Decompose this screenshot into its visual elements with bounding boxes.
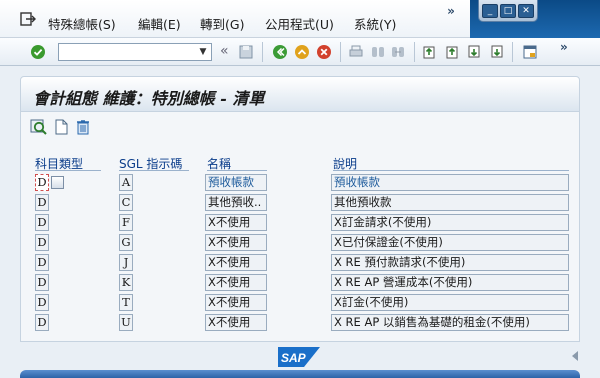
- value-help-icon[interactable]: [51, 176, 64, 189]
- header-underline: [333, 170, 569, 171]
- menu-bar: 特殊總帳(S) 編輯(E) 轉到(G) 公用程式(U) 系統(Y) » _ □ …: [0, 0, 600, 38]
- name-cell[interactable]: X不使用: [205, 214, 267, 231]
- new-entry-icon[interactable]: [52, 118, 70, 136]
- previous-page-icon[interactable]: [444, 44, 460, 60]
- exit-icon[interactable]: [294, 44, 310, 60]
- header-underline: [35, 170, 101, 171]
- command-field[interactable]: ▼: [58, 43, 212, 61]
- find-next-icon[interactable]: [390, 44, 406, 60]
- work-area: 科目類型 SGL 指示碼 名稱 說明 D A 預收帳款 預收帳款 D C 其他預收.. 其他預…: [20, 112, 580, 342]
- status-collapse-icon[interactable]: [570, 350, 580, 362]
- name-cell[interactable]: 其他預收..: [205, 194, 267, 211]
- name-cell[interactable]: X不使用: [205, 314, 267, 331]
- cancel-icon[interactable]: [316, 44, 332, 60]
- account-type-cell[interactable]: D: [35, 274, 49, 291]
- sgl-indicator-cell[interactable]: U: [119, 314, 133, 331]
- menu-goto[interactable]: 轉到(G): [200, 14, 244, 33]
- title-bar: 會計組態 維護：特別總帳 - 清單: [20, 76, 580, 112]
- sgl-indicator-cell[interactable]: T: [119, 294, 133, 311]
- account-type-cell[interactable]: D: [35, 234, 49, 251]
- find-icon[interactable]: [370, 44, 386, 60]
- description-cell[interactable]: X RE 預付款請求(不使用): [331, 254, 569, 271]
- description-cell[interactable]: X訂金(不使用): [331, 294, 569, 311]
- account-type-cell[interactable]: D: [35, 314, 49, 331]
- menu-system[interactable]: 系統(Y): [354, 14, 396, 33]
- first-page-icon[interactable]: [422, 44, 438, 60]
- account-type-cell[interactable]: D: [35, 174, 49, 191]
- name-cell[interactable]: X不使用: [205, 254, 267, 271]
- minimize-icon[interactable]: _: [482, 3, 498, 18]
- description-cell[interactable]: 其他預收款: [331, 194, 569, 211]
- account-type-cell[interactable]: D: [35, 294, 49, 311]
- name-cell[interactable]: X不使用: [205, 234, 267, 251]
- toolbar-more-button[interactable]: »: [560, 40, 568, 54]
- save-icon[interactable]: [238, 44, 254, 60]
- header-underline: [207, 170, 267, 171]
- close-icon[interactable]: ✕: [518, 3, 534, 18]
- sgl-indicator-cell[interactable]: G: [119, 234, 133, 251]
- account-type-cell[interactable]: D: [35, 254, 49, 271]
- account-type-cell[interactable]: D: [35, 214, 49, 231]
- standard-toolbar: ▼ « »: [0, 38, 600, 66]
- name-cell[interactable]: X不使用: [205, 294, 267, 311]
- window-controls: _ □ ✕: [478, 0, 538, 22]
- toolbar-separator: [512, 42, 513, 62]
- maximize-icon[interactable]: □: [500, 3, 516, 18]
- name-cell[interactable]: X不使用: [205, 274, 267, 291]
- enter-check-icon[interactable]: [30, 44, 46, 60]
- sgl-indicator-cell[interactable]: J: [119, 254, 133, 271]
- print-icon[interactable]: [348, 44, 364, 60]
- description-cell[interactable]: X RE AP 營運成本(不使用): [331, 274, 569, 291]
- header-underline: [119, 170, 189, 171]
- description-cell[interactable]: X已付保證金(不使用): [331, 234, 569, 251]
- sgl-indicator-cell[interactable]: K: [119, 274, 133, 291]
- sgl-indicator-cell[interactable]: F: [119, 214, 133, 231]
- toolbar-separator: [340, 42, 341, 62]
- account-type-cell[interactable]: D: [35, 194, 49, 211]
- last-page-icon[interactable]: [488, 44, 504, 60]
- menu-utilities[interactable]: 公用程式(U): [265, 14, 334, 33]
- toolbar-separator: [414, 42, 415, 62]
- name-cell[interactable]: 預收帳款: [205, 174, 267, 191]
- status-bar: [20, 370, 580, 378]
- description-cell[interactable]: X RE AP 以銷售為基礎的租金(不使用): [331, 314, 569, 331]
- chevron-down-icon[interactable]: ▼: [195, 44, 211, 60]
- menu-more-button[interactable]: »: [444, 4, 458, 20]
- back-chevron-icon[interactable]: «: [220, 43, 229, 59]
- next-page-icon[interactable]: [466, 44, 482, 60]
- menu-special-gl[interactable]: 特殊總帳(S): [48, 14, 116, 33]
- sap-logo-text: SAP: [281, 351, 307, 365]
- sgl-indicator-cell[interactable]: A: [119, 174, 133, 191]
- description-cell[interactable]: X訂金請求(不使用): [331, 214, 569, 231]
- page-title: 會計組態 維護：特別總帳 - 清單: [33, 89, 265, 108]
- layout-menu-icon[interactable]: [522, 44, 538, 60]
- back-icon[interactable]: [272, 44, 288, 60]
- description-cell[interactable]: 預收帳款: [331, 174, 569, 191]
- details-zoom-icon[interactable]: [30, 118, 48, 136]
- toolbar-separator: [262, 42, 263, 62]
- command-input[interactable]: [59, 44, 197, 60]
- menu-exit-icon[interactable]: [20, 12, 36, 26]
- sap-logo: SAP: [278, 347, 320, 367]
- delete-icon[interactable]: [74, 118, 92, 136]
- menu-edit[interactable]: 編輯(E): [138, 14, 181, 33]
- sgl-indicator-cell[interactable]: C: [119, 194, 133, 211]
